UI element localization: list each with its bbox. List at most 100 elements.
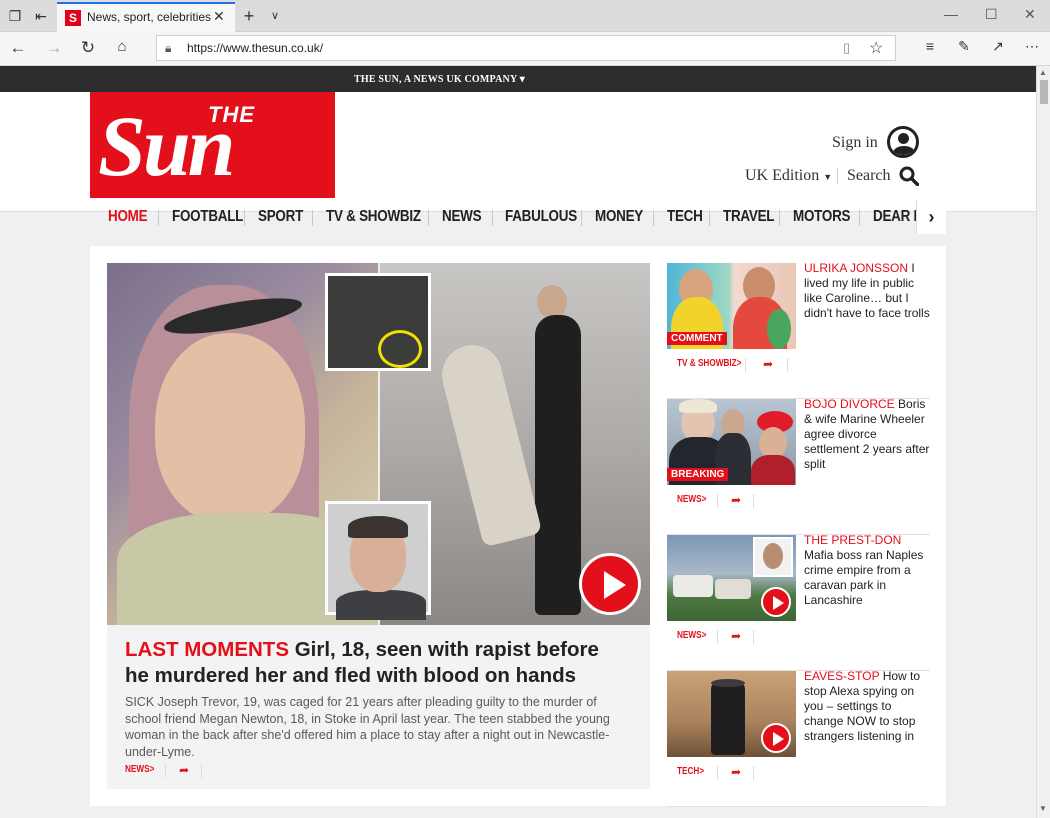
story-section-tag[interactable]: TECH> [677, 766, 704, 777]
share-arrow-icon[interactable]: ➦ [731, 493, 741, 507]
story-headline-link[interactable]: THE PREST-DON Mafia boss ran Naples crim… [804, 533, 930, 608]
nav-scroll-right-icon[interactable]: › [916, 200, 946, 234]
story-item[interactable]: EAVES-STOP How to stop Alexa spying on y… [667, 669, 930, 807]
nav-fabulous[interactable]: FABULOUS [505, 208, 577, 226]
set-aside-tabs-icon[interactable]: ⇤ [32, 7, 50, 25]
maximize-icon[interactable]: ☐ [985, 6, 998, 23]
tab-close-icon[interactable]: ✕ [213, 8, 225, 25]
tab-list-chevron-icon[interactable]: ∨ [266, 7, 284, 25]
logo-sun: Sun [98, 98, 235, 194]
refresh-icon[interactable]: ↻ [78, 38, 98, 58]
story-item[interactable]: THE PREST-DON Mafia boss ran Naples crim… [667, 533, 930, 671]
sun-favicon-icon: S [65, 10, 81, 26]
nav-travel[interactable]: TRAVEL [723, 208, 775, 226]
home-icon[interactable]: ⌂ [112, 38, 132, 55]
story-section-tag[interactable]: NEWS> [677, 630, 706, 641]
nav-separator [581, 210, 582, 226]
address-bar[interactable]: 🔒︎ https://www.thesun.co.uk/ ▯ ☆ [156, 35, 896, 61]
tag-separator [717, 494, 718, 508]
page-scrollbar[interactable]: ▲ ▼ [1036, 66, 1050, 818]
story-section-tag[interactable]: NEWS> [677, 494, 706, 505]
nav-football[interactable]: FOOTBALL [172, 208, 243, 226]
account-avatar-icon[interactable] [887, 126, 919, 158]
nav-separator [859, 210, 860, 226]
story-tag-row: TECH> ➦ [677, 765, 797, 782]
story-headline-link[interactable]: ULRIKA JONSSON I lived my life in public… [804, 261, 930, 321]
more-menu-icon[interactable]: ⋯ [1022, 38, 1042, 55]
nav-money[interactable]: MONEY [595, 208, 643, 226]
hero-image[interactable] [107, 263, 650, 625]
scrollbar-thumb[interactable] [1040, 80, 1048, 104]
hero-kicker: LAST MOMENTS [125, 638, 289, 661]
favorites-hub-icon[interactable]: ≡ [920, 38, 940, 54]
nav-separator [779, 210, 780, 226]
search-link[interactable]: Search [847, 167, 891, 185]
edition-caret-icon: ▼ [823, 172, 833, 182]
story-kicker: THE PREST-DON [804, 533, 902, 547]
story-kicker: BOJO DIVORCE [804, 397, 895, 411]
hero-play-icon[interactable] [579, 553, 641, 615]
tag-separator [717, 630, 718, 644]
nav-separator [428, 210, 429, 226]
story-headline: Mafia boss ran Naples crime empire from … [804, 548, 924, 607]
minimize-icon[interactable]: — [944, 6, 958, 22]
company-strip: THE SUN, A NEWS UK COMPANY ▾ [0, 66, 1036, 92]
nav-separator [244, 210, 245, 226]
header-divider [837, 168, 838, 184]
nav-motors[interactable]: MOTORS [793, 208, 850, 226]
share-arrow-icon[interactable]: ➦ [763, 357, 773, 371]
share-arrow-icon[interactable]: ➦ [179, 763, 189, 777]
tag-separator [717, 766, 718, 780]
window-close-icon[interactable]: ✕ [1024, 6, 1036, 23]
story-tag-row: NEWS> ➦ [677, 629, 797, 646]
sign-in-link[interactable]: Sign in [832, 134, 878, 152]
company-link[interactable]: THE SUN, A NEWS UK COMPANY ▾ [354, 74, 525, 85]
share-arrow-icon[interactable]: ➦ [731, 765, 741, 779]
browser-toolbar: ← → ↻ ⌂ 🔒︎ https://www.thesun.co.uk/ ▯ ☆… [0, 32, 1050, 66]
tag-separator [753, 766, 754, 780]
nav-tech[interactable]: TECH [667, 208, 703, 226]
story-play-icon[interactable] [761, 723, 791, 753]
url-text: https://www.thesun.co.uk/ [187, 41, 324, 55]
hero-inset-mugshot-photo [325, 501, 431, 620]
reading-view-icon[interactable]: ▯ [843, 40, 850, 56]
search-icon[interactable] [899, 166, 919, 186]
story-tag-row: NEWS> ➦ [677, 493, 797, 510]
story-headline-link[interactable]: EAVES-STOP How to stop Alexa spying on y… [804, 669, 930, 744]
story-thumbnail [667, 535, 796, 621]
notes-pen-icon[interactable]: ✎ [954, 38, 974, 55]
browser-tab[interactable]: S News, sport, celebrities ✕ [57, 2, 235, 32]
story-section-tag[interactable]: TV & SHOWBIZ> [677, 358, 741, 369]
hero-section-tag[interactable]: NEWS> [125, 764, 154, 775]
story-thumbnail: COMMENT [667, 263, 796, 349]
top-stories-card: LAST MOMENTS Girl, 18, seen with rapist … [90, 246, 946, 807]
story-item[interactable]: COMMENT ULRIKA JONSSON I lived my life i… [667, 261, 930, 399]
new-tab-icon[interactable]: + [240, 7, 258, 25]
nav-separator [492, 210, 493, 226]
back-icon[interactable]: ← [8, 38, 28, 58]
nav-home[interactable]: HOME [108, 208, 148, 226]
hero-text-panel: LAST MOMENTS Girl, 18, seen with rapist … [107, 625, 650, 789]
forward-icon[interactable]: → [44, 38, 64, 58]
story-label: BREAKING [667, 468, 729, 481]
hero-headline-link[interactable]: LAST MOMENTS Girl, 18, seen with rapist … [125, 637, 625, 689]
tab-actions-icon[interactable]: ❐ [6, 7, 24, 25]
share-icon[interactable]: ↗ [988, 38, 1008, 55]
story-headline-link[interactable]: BOJO DIVORCE Boris & wife Marine Wheeler… [804, 397, 930, 472]
story-item[interactable]: BREAKING BOJO DIVORCE Boris & wife Marin… [667, 397, 930, 535]
story-label: COMMENT [667, 332, 727, 345]
nav-separator [709, 210, 710, 226]
nav-news[interactable]: NEWS [442, 208, 482, 226]
nav-tv-showbiz[interactable]: TV & SHOWBIZ [326, 208, 421, 226]
story-play-icon[interactable] [761, 587, 791, 617]
story-thumbnail [667, 671, 796, 757]
the-sun-logo[interactable]: THE Sun [90, 92, 335, 198]
nav-sport[interactable]: SPORT [258, 208, 303, 226]
scroll-up-icon[interactable]: ▲ [1039, 68, 1047, 77]
share-arrow-icon[interactable]: ➦ [731, 629, 741, 643]
scroll-down-icon[interactable]: ▼ [1039, 804, 1047, 813]
favorite-star-icon[interactable]: ☆ [869, 38, 883, 58]
edition-selector[interactable]: UK Edition ▼ [745, 167, 832, 185]
tab-title: News, sport, celebrities [87, 10, 212, 24]
nav-separator [158, 210, 159, 226]
